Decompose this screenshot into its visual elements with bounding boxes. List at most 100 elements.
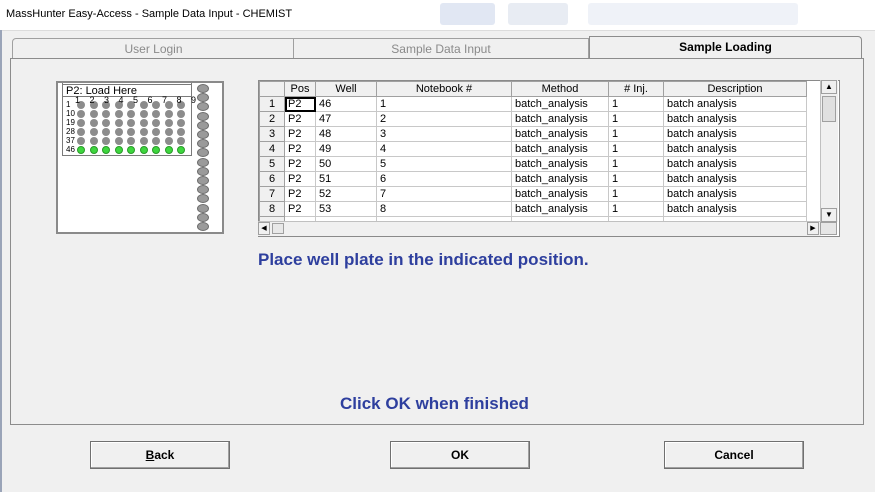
well — [127, 110, 135, 118]
table-row[interactable]: 7 P2 52 7 batch_analysis 1 batch analysis — [259, 186, 807, 202]
row-number[interactable]: 1 — [259, 96, 285, 112]
table-horizontal-scrollbar[interactable]: ◀ ▶ — [258, 221, 821, 236]
cell-method[interactable]: batch_analysis — [511, 141, 609, 157]
table-vertical-scrollbar[interactable]: ▲ ▼ — [820, 80, 838, 222]
cell-well[interactable]: 53 — [315, 201, 377, 217]
well — [139, 128, 148, 136]
taskbar-preview-thumbnail — [508, 3, 568, 25]
table-row[interactable]: 4 P2 49 4 batch_analysis 1 batch analysis — [259, 141, 807, 157]
cell-well[interactable]: 48 — [315, 126, 377, 142]
cell-pos[interactable]: P2 — [284, 201, 316, 217]
cell-well[interactable]: 47 — [315, 111, 377, 127]
cell-well[interactable]: 49 — [315, 141, 377, 157]
row-number[interactable]: 5 — [259, 156, 285, 172]
cell-pos[interactable]: P2 — [284, 96, 316, 112]
cell-notebook[interactable]: 5 — [376, 156, 512, 172]
cell-pos[interactable]: P2 — [284, 186, 316, 202]
cell-pos[interactable]: P2 — [284, 156, 316, 172]
row-number[interactable]: 6 — [259, 171, 285, 187]
cell-description[interactable]: batch analysis — [663, 141, 807, 157]
well-loaded — [102, 146, 110, 154]
cell-description[interactable]: batch analysis — [663, 186, 807, 202]
cell-injections[interactable]: 1 — [608, 186, 664, 202]
scroll-right-icon[interactable]: ▶ — [807, 222, 819, 235]
scroll-thumb[interactable] — [272, 223, 284, 234]
cell-method[interactable]: batch_analysis — [511, 201, 609, 217]
table-row[interactable]: 1 P2 46 1 batch_analysis 1 batch analysis — [259, 96, 807, 112]
cell-method[interactable]: batch_analysis — [511, 96, 609, 112]
scroll-thumb[interactable] — [822, 96, 836, 122]
sample-table[interactable]: Pos Well Notebook # Method # Inj. Descri… — [258, 80, 840, 237]
table-row[interactable]: 5 P2 50 5 batch_analysis 1 batch analysis — [259, 156, 807, 172]
cell-description[interactable]: batch analysis — [663, 111, 807, 127]
cell-method[interactable]: batch_analysis — [511, 156, 609, 172]
tab-sample-data-input[interactable]: Sample Data Input — [293, 38, 589, 58]
cell-injections[interactable]: 1 — [608, 96, 664, 112]
cell-notebook[interactable]: 1 — [376, 96, 512, 112]
column-header-injections[interactable]: # Inj. — [608, 81, 664, 97]
well-loaded — [77, 146, 85, 154]
column-header-pos[interactable]: Pos — [284, 81, 316, 97]
cell-well[interactable]: 51 — [315, 171, 377, 187]
column-header-method[interactable]: Method — [511, 81, 609, 97]
cancel-button[interactable]: Cancel — [664, 441, 804, 469]
cell-method[interactable]: batch_analysis — [511, 111, 609, 127]
scroll-down-icon[interactable]: ▼ — [821, 208, 837, 222]
row-number[interactable]: 7 — [259, 186, 285, 202]
plate-column-numbers: 1 2 3 4 5 6 7 8 9 — [75, 95, 200, 105]
cell-injections[interactable]: 1 — [608, 201, 664, 217]
table-row[interactable]: 2 P2 47 2 batch_analysis 1 batch analysis — [259, 111, 807, 127]
cell-injections[interactable]: 1 — [608, 156, 664, 172]
cell-well[interactable]: 52 — [315, 186, 377, 202]
row-number[interactable]: 8 — [259, 201, 285, 217]
cell-pos[interactable]: P2 — [284, 111, 316, 127]
table-row[interactable]: 3 P2 48 3 batch_analysis 1 batch analysis — [259, 126, 807, 142]
cell-pos[interactable]: P2 — [284, 171, 316, 187]
scroll-up-icon[interactable]: ▲ — [821, 80, 837, 94]
well-loaded — [164, 146, 173, 154]
table-row[interactable]: 6 P2 51 6 batch_analysis 1 batch analysis — [259, 171, 807, 187]
row-number[interactable]: 3 — [259, 126, 285, 142]
cell-well[interactable]: 46 — [315, 96, 377, 112]
strip-position — [197, 222, 209, 231]
cell-description[interactable]: batch analysis — [663, 126, 807, 142]
cell-injections[interactable]: 1 — [608, 171, 664, 187]
ok-button[interactable]: OK — [390, 441, 530, 469]
scroll-left-icon[interactable]: ◀ — [258, 222, 270, 235]
cell-notebook[interactable]: 6 — [376, 171, 512, 187]
cell-notebook[interactable]: 7 — [376, 186, 512, 202]
cell-injections[interactable]: 1 — [608, 126, 664, 142]
row-number[interactable]: 2 — [259, 111, 285, 127]
well — [164, 128, 173, 136]
row-number[interactable]: 4 — [259, 141, 285, 157]
cell-well[interactable]: 50 — [315, 156, 377, 172]
tab-sample-loading[interactable]: Sample Loading — [589, 36, 862, 58]
cell-description[interactable]: batch analysis — [663, 201, 807, 217]
well — [152, 137, 160, 145]
tab-user-login[interactable]: User Login — [12, 38, 295, 58]
column-header-notebook[interactable]: Notebook # — [376, 81, 512, 97]
cell-injections[interactable]: 1 — [608, 141, 664, 157]
well — [89, 119, 98, 127]
cell-pos[interactable]: P2 — [284, 141, 316, 157]
cell-method[interactable]: batch_analysis — [511, 171, 609, 187]
cell-notebook[interactable]: 4 — [376, 141, 512, 157]
cell-notebook[interactable]: 2 — [376, 111, 512, 127]
cell-description[interactable]: batch analysis — [663, 96, 807, 112]
cell-method[interactable]: batch_analysis — [511, 186, 609, 202]
cell-notebook[interactable]: 3 — [376, 126, 512, 142]
cell-injections[interactable]: 1 — [608, 111, 664, 127]
cell-notebook[interactable]: 8 — [376, 201, 512, 217]
column-header-well[interactable]: Well — [315, 81, 377, 97]
back-button[interactable]: Back — [90, 441, 230, 469]
cell-description[interactable]: batch analysis — [663, 156, 807, 172]
column-header-description[interactable]: Description — [663, 81, 807, 97]
well-loaded — [152, 146, 160, 154]
cell-pos[interactable]: P2 — [284, 126, 316, 142]
well-loaded — [89, 146, 98, 154]
well — [139, 110, 148, 118]
cell-description[interactable]: batch analysis — [663, 171, 807, 187]
cell-method[interactable]: batch_analysis — [511, 126, 609, 142]
table-row[interactable]: 8 P2 53 8 batch_analysis 1 batch analysis — [259, 201, 807, 217]
strip-position — [197, 203, 209, 213]
